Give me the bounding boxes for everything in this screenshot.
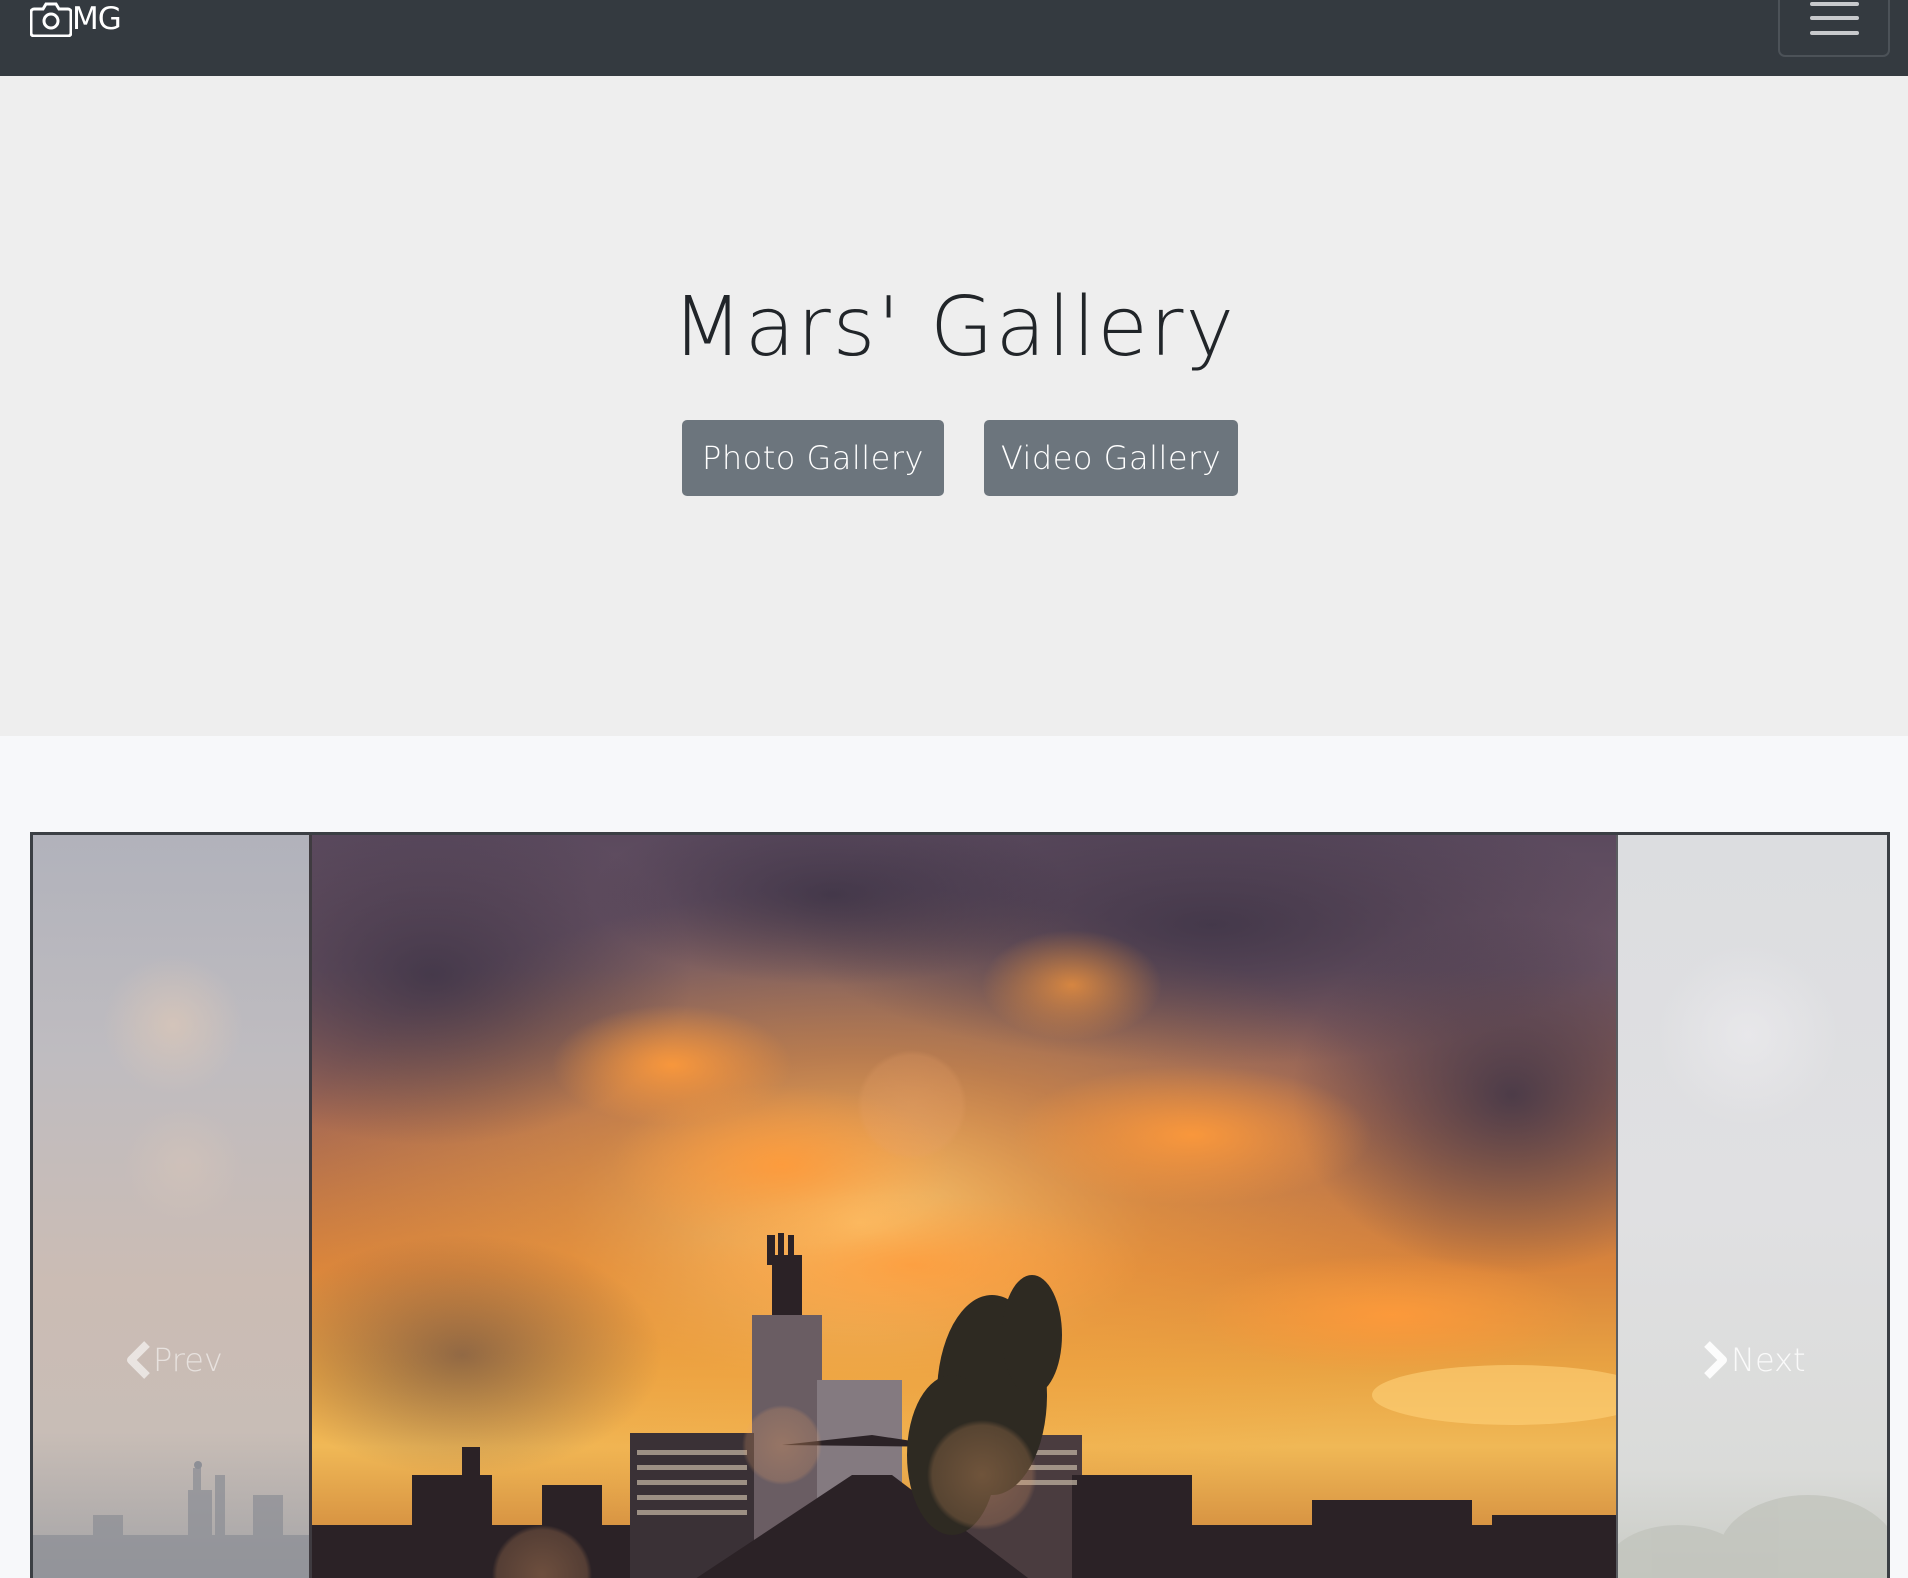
carousel-next-button[interactable]: Next bbox=[1701, 1335, 1806, 1385]
previous-slide-image[interactable] bbox=[33, 835, 310, 1578]
carousel-prev-button[interactable]: Prev bbox=[123, 1335, 223, 1385]
navbar-toggler-button[interactable] bbox=[1778, 0, 1890, 57]
photo-gallery-button[interactable]: Photo Gallery bbox=[682, 420, 944, 496]
top-navbar: MG bbox=[0, 0, 1908, 76]
hero-section: Mars' Gallery Photo Gallery Video Galler… bbox=[0, 76, 1908, 736]
photo-carousel: Prev Next bbox=[30, 832, 1890, 1578]
next-label: Next bbox=[1731, 1341, 1806, 1379]
main-slide-image[interactable] bbox=[312, 835, 1616, 1578]
prev-label: Prev bbox=[153, 1341, 223, 1379]
brand-link[interactable]: MG bbox=[30, 0, 122, 38]
video-gallery-button[interactable]: Video Gallery bbox=[984, 420, 1238, 496]
page-title: Mars' Gallery bbox=[671, 280, 1237, 375]
camera-icon bbox=[30, 1, 72, 37]
chevron-left-icon bbox=[123, 1340, 153, 1380]
brand-text: MG bbox=[72, 1, 122, 37]
chevron-right-icon bbox=[1701, 1340, 1731, 1380]
next-slide-image[interactable] bbox=[1618, 835, 1887, 1578]
